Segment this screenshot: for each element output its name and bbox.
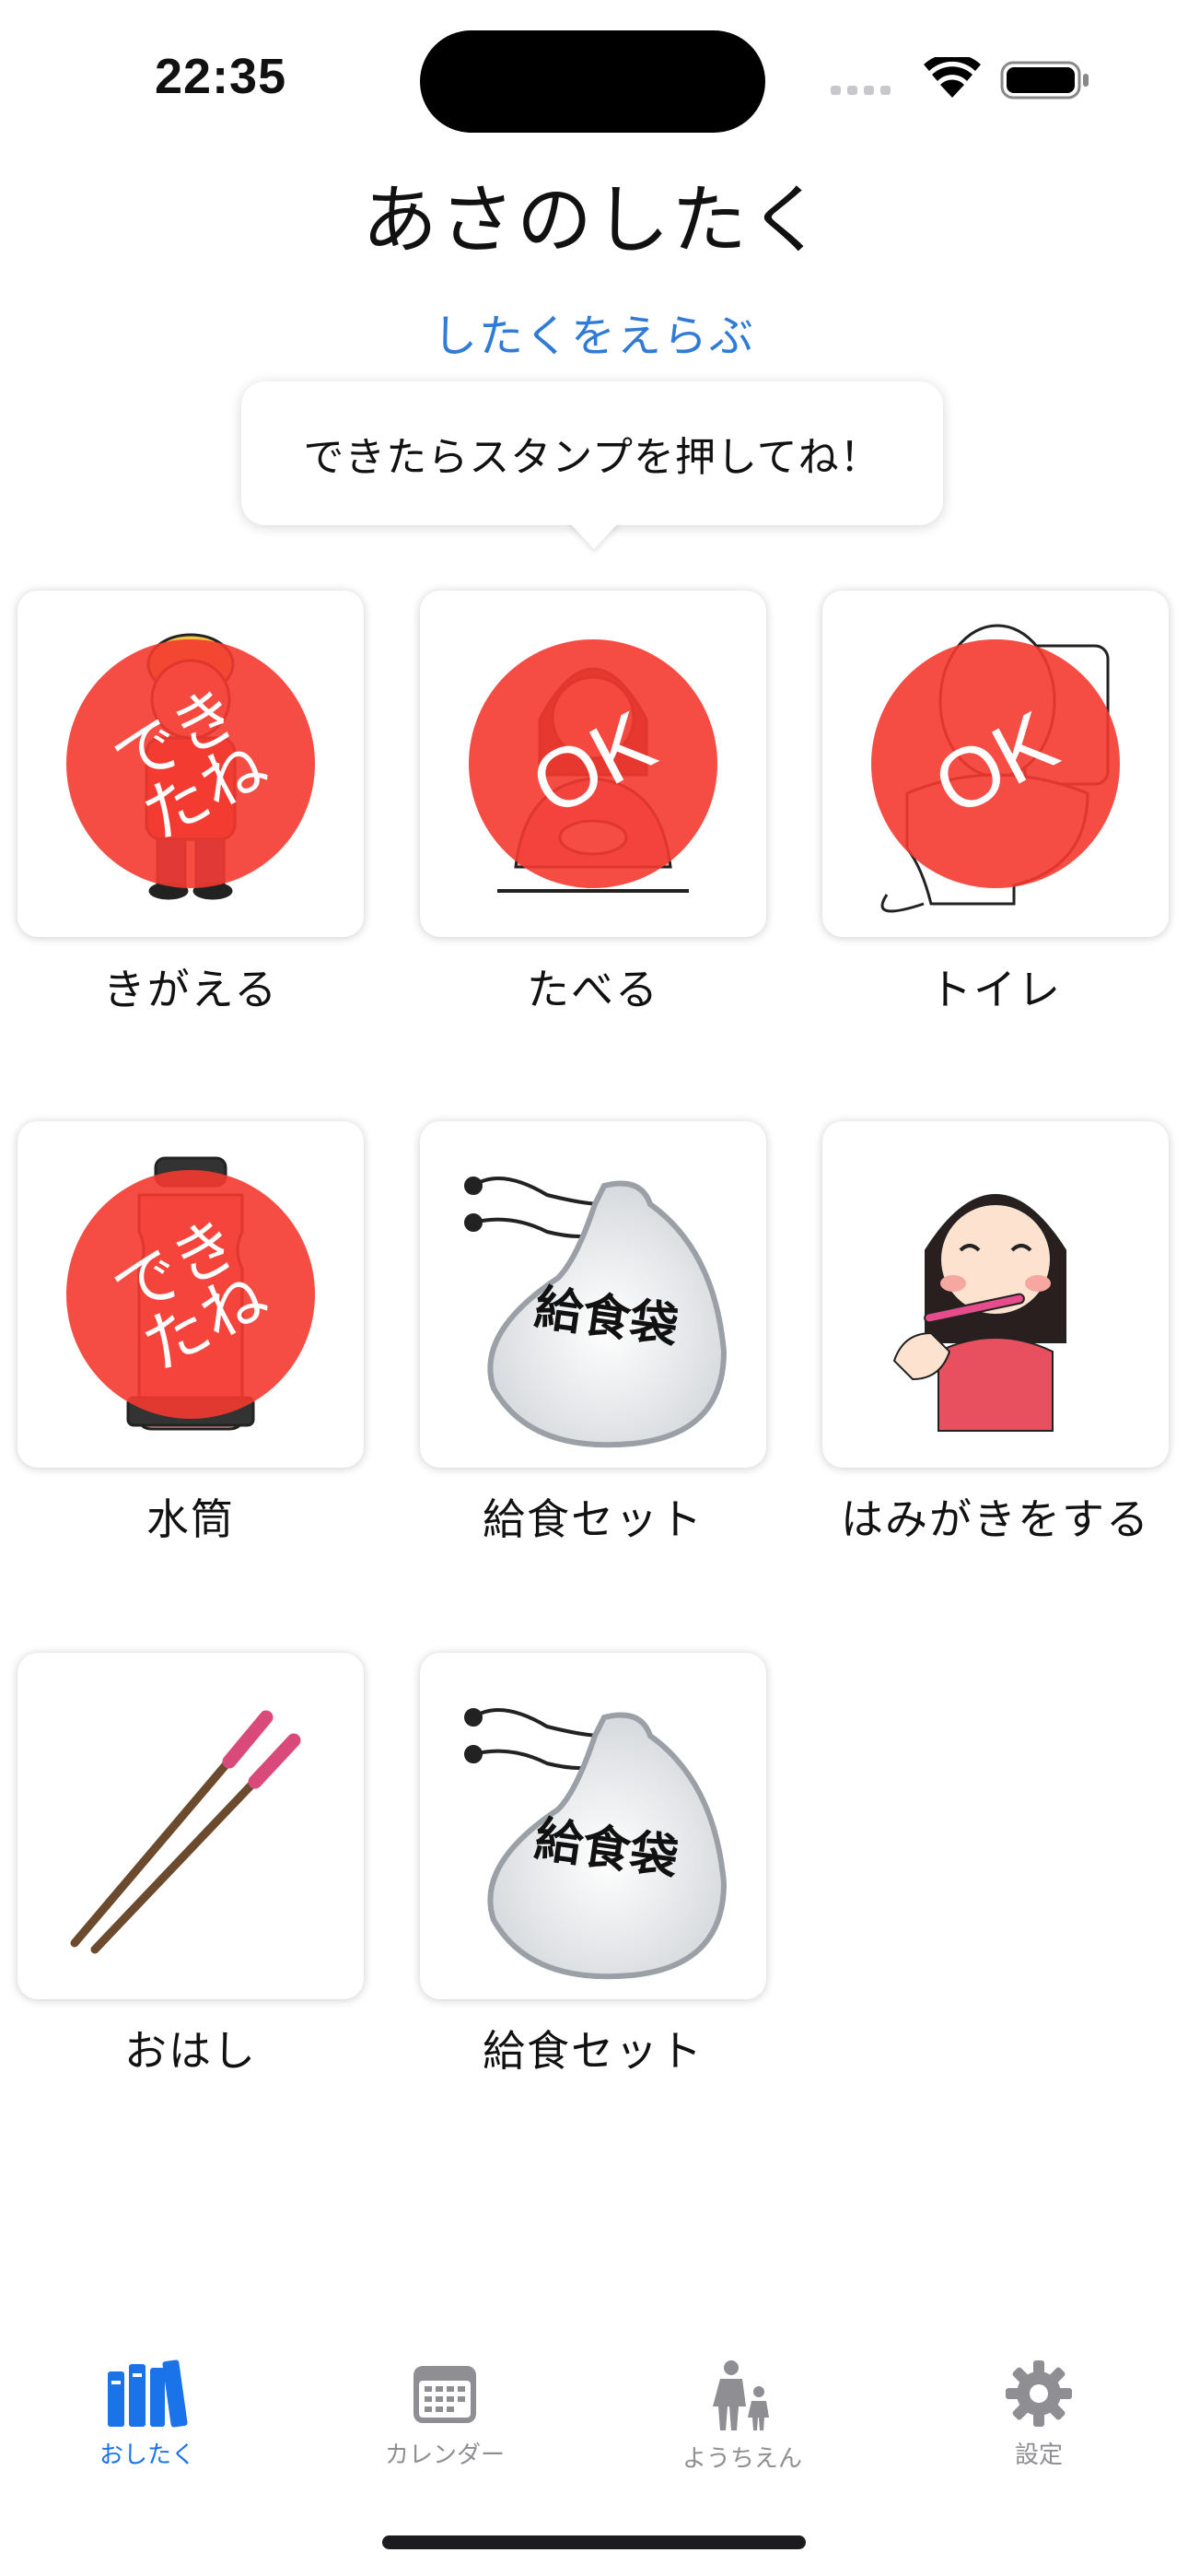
task-card-suitou[interactable]: でき たね — [17, 1121, 364, 1468]
lunch-bag-illustration: 給食袋 — [464, 1708, 728, 1980]
task-label: おはし — [124, 2026, 257, 2076]
girl-brushing-teeth-illustration — [892, 1194, 1066, 1432]
stamp-tooltip: できたらスタンプを押してね！ — [241, 381, 943, 525]
tooltip-arrow — [568, 521, 620, 549]
chopsticks-illustration — [70, 1710, 301, 1954]
tab-oshitaku[interactable]: おしたく — [37, 2359, 258, 2478]
tab-label: 設定 — [1014, 2441, 1063, 2469]
task-card-hamigaki[interactable] — [822, 1121, 1169, 1468]
status-icons — [831, 57, 1089, 100]
tab-settings[interactable]: 設定 — [928, 2359, 1149, 2478]
parent-child-icon — [713, 2360, 769, 2430]
calendar-icon — [413, 2366, 476, 2423]
task-label: 給食セット — [483, 1494, 704, 1544]
page-title: あさのしたく — [361, 177, 826, 264]
tab-youchien[interactable]: ようちえん — [632, 2359, 853, 2478]
task-card-taberu[interactable]: OK — [420, 591, 766, 937]
lunch-bag-illustration: 給食袋 — [464, 1177, 728, 1448]
task-card-toilet[interactable]: OK — [822, 591, 1169, 937]
task-label: たべる — [527, 965, 659, 1014]
tab-label: ようちえん — [681, 2445, 802, 2473]
task-label: 給食セット — [483, 2026, 704, 2076]
task-card-kyushoku-set[interactable]: 給食袋 — [420, 1121, 766, 1468]
tab-calendar[interactable]: カレンダー — [334, 2359, 555, 2478]
tab-label: カレンダー — [384, 2441, 505, 2469]
task-card-kyushoku-set-2[interactable]: 給食袋 — [420, 1653, 766, 1999]
gear-icon — [1006, 2360, 1072, 2427]
task-label: トイレ — [929, 965, 1062, 1014]
task-label: きがえる — [102, 965, 279, 1014]
dynamic-island — [420, 30, 765, 133]
task-card-ohashi[interactable] — [17, 1653, 364, 1999]
wifi-icon — [924, 57, 981, 98]
select-tasks-link[interactable]: したくをえらぶ — [0, 299, 1188, 364]
books-icon — [108, 2359, 188, 2428]
task-label: 水筒 — [146, 1494, 235, 1544]
tooltip-text: できたらスタンプを押してね！ — [303, 434, 881, 481]
home-indicator — [382, 2535, 806, 2549]
tab-label: おしたく — [99, 2441, 195, 2469]
task-label: はみがきをする — [841, 1494, 1150, 1544]
task-card-kigaeru[interactable]: でき たね — [17, 591, 364, 937]
signal-icon — [831, 86, 891, 95]
battery-icon — [1000, 61, 1089, 100]
status-time: 22:35 — [155, 49, 287, 104]
